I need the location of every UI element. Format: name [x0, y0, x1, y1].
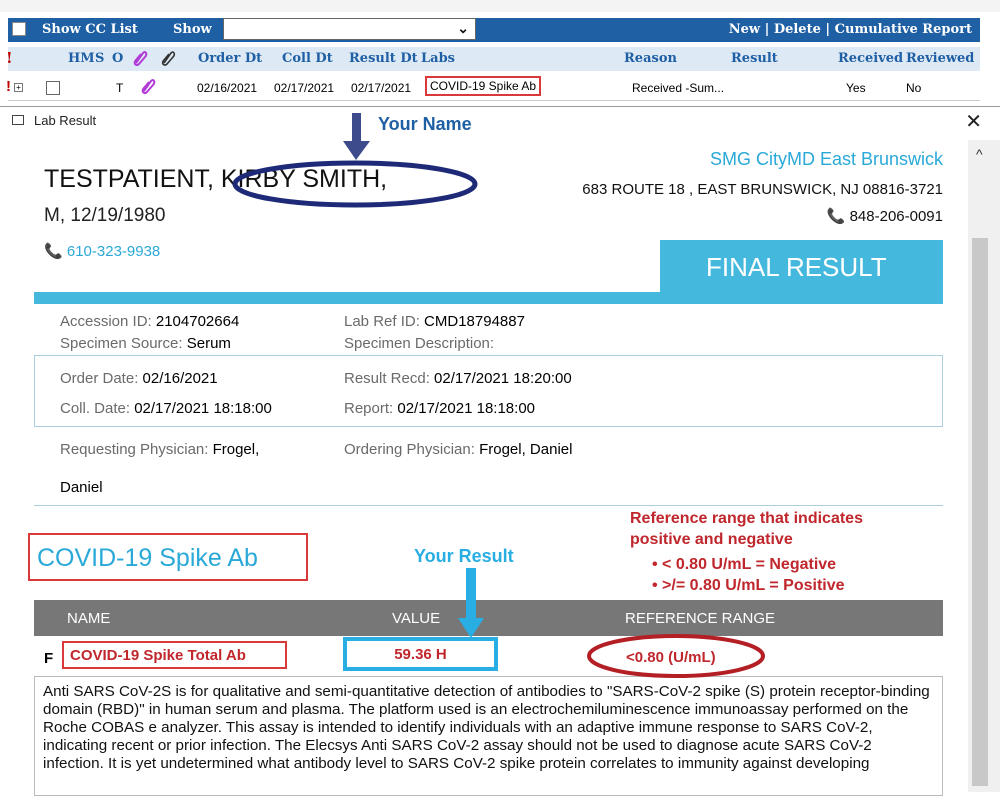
reference-negative: • < 0.80 U/mL = Negative — [652, 556, 837, 573]
reference-annotation-line1: Reference range that indicates — [630, 510, 863, 527]
result-arrow-head — [458, 618, 484, 638]
name-arrow-head — [343, 141, 370, 160]
result-arrow-shaft — [466, 568, 476, 620]
your-result-annotation: Your Result — [414, 546, 514, 566]
reference-annotation: Reference range that indicates positive … — [630, 508, 863, 596]
reference-positive: • >/= 0.80 U/mL = Positive — [652, 577, 845, 594]
name-highlight-ellipse — [232, 160, 478, 208]
your-name-annotation: Your Name — [378, 114, 472, 134]
range-highlight-ellipse — [587, 634, 765, 678]
annotation-overlay — [232, 113, 765, 678]
name-arrow-shaft — [352, 113, 361, 143]
reference-annotation-line2: positive and negative — [630, 531, 793, 548]
